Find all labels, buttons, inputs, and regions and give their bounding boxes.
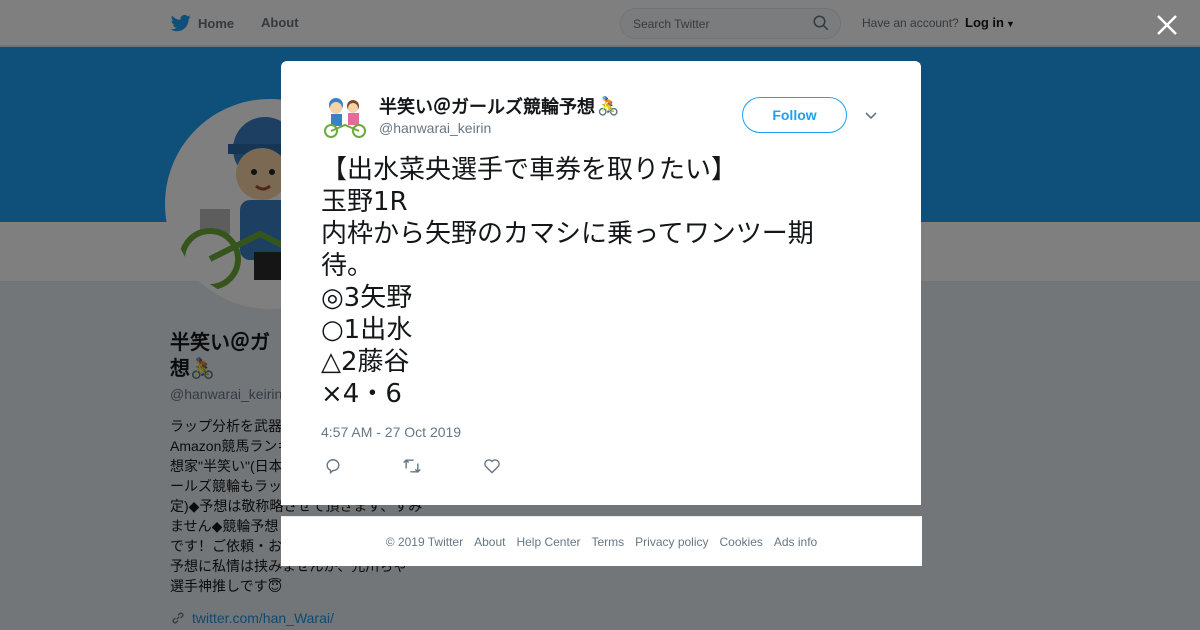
footer-link-about[interactable]: About	[474, 535, 505, 549]
cyclist-emoji-icon: 🚴	[597, 95, 620, 116]
footer-link-ads-info[interactable]: Ads info	[774, 535, 817, 549]
retweet-icon[interactable]	[402, 456, 422, 476]
tweet-text-line: 玉野1R	[321, 187, 408, 217]
footer-link-cookies[interactable]: Cookies	[720, 535, 763, 549]
tweet-author-name-text: 半笑い＠ガールズ競輪予想	[379, 97, 595, 117]
tweet-author-handle[interactable]: @hanwarai_keirin	[379, 120, 491, 136]
modal-footer: © 2019 Twitter About Help Center Terms P…	[281, 516, 922, 566]
tweet-timestamp[interactable]: 4:57 AM - 27 Oct 2019	[321, 424, 461, 440]
tweet-modal: 半笑い＠ガールズ競輪予想 🚴 @hanwarai_keirin Follow 【…	[281, 61, 921, 505]
like-icon[interactable]	[482, 456, 502, 476]
follow-button[interactable]: Follow	[742, 97, 847, 133]
tweet-text-line: ◎3矢野	[321, 283, 413, 313]
footer-link-terms[interactable]: Terms	[591, 535, 624, 549]
tweet-text: 【出水菜央選手で車券を取りたい】 玉野1R 内枠から矢野のカマシに乗ってワンツー…	[321, 154, 881, 410]
chevron-down-icon[interactable]	[863, 107, 879, 123]
tweet-author-name[interactable]: 半笑い＠ガールズ競輪予想 🚴	[379, 93, 619, 119]
tweet-text-line: △2藤谷	[321, 347, 410, 377]
tweet-text-line: 内枠から矢野のカマシに乗ってワンツー期	[321, 219, 814, 249]
footer-copyright: © 2019 Twitter	[385, 534, 464, 549]
tweet-text-line: 待。	[321, 251, 374, 281]
reply-icon[interactable]	[323, 456, 343, 476]
footer-link-privacy-policy[interactable]: Privacy policy	[635, 535, 708, 549]
close-icon[interactable]	[1154, 12, 1180, 38]
tweet-author-avatar[interactable]	[321, 93, 369, 141]
tweet-text-line: 【出水菜央選手で車券を取りたい】	[321, 155, 738, 185]
tweet-text-line: ○1出水	[321, 315, 413, 345]
tweet-text-line: ×4・6	[321, 379, 402, 409]
footer-link-help-center[interactable]: Help Center	[516, 535, 580, 549]
